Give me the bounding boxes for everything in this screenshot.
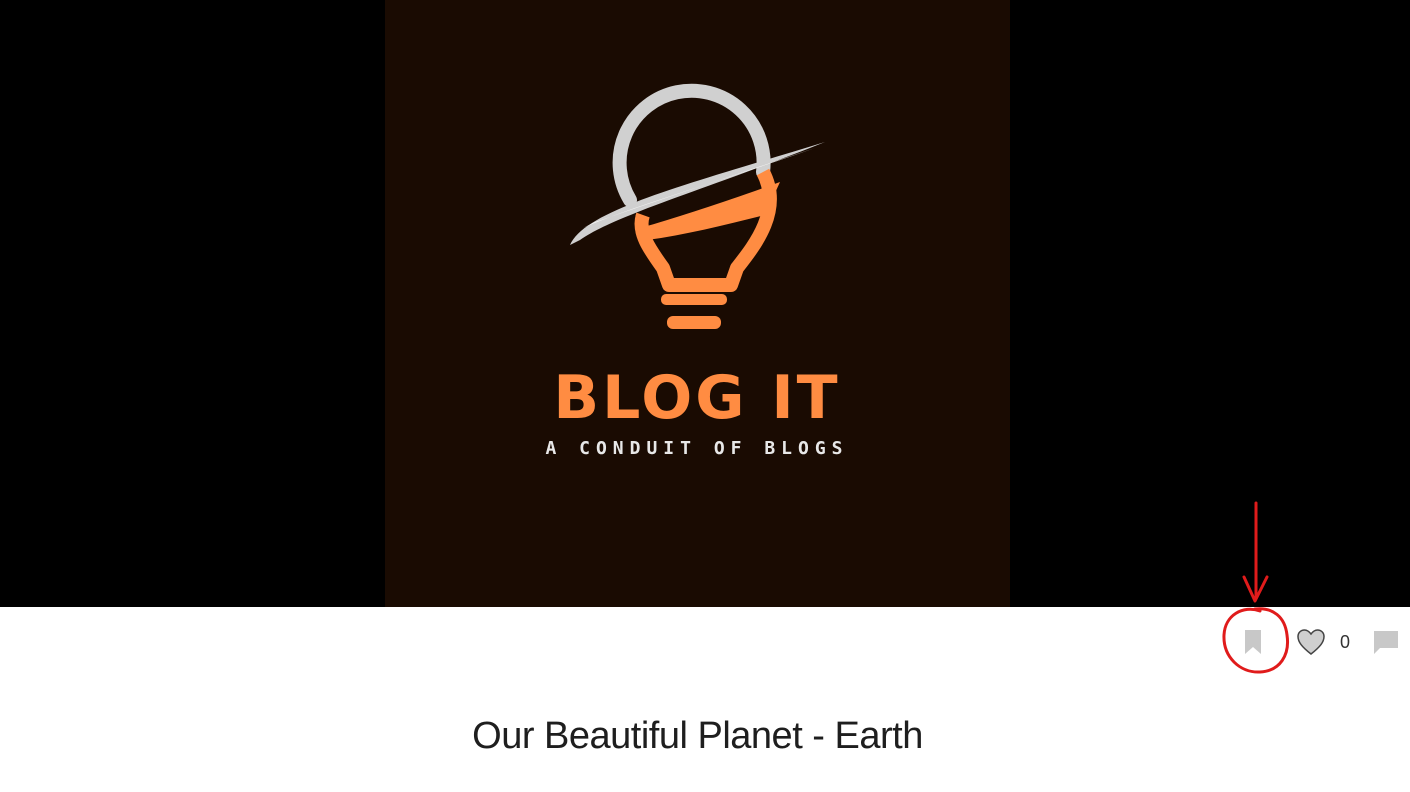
- bookmark-button[interactable]: [1244, 629, 1262, 655]
- like-button[interactable]: [1296, 628, 1326, 656]
- bookmark-icon: [1245, 630, 1261, 654]
- comment-icon: [1374, 631, 1398, 654]
- like-count: 0: [1340, 631, 1351, 652]
- heart-icon: [1297, 629, 1325, 655]
- brand-subtitle: A CONDUIT OF BLOGS: [545, 438, 848, 459]
- post-actions-bar: 0: [1244, 622, 1400, 662]
- post-title: Our Beautiful Planet - Earth: [472, 715, 923, 757]
- comment-button[interactable]: [1372, 629, 1400, 655]
- brand-title: BLOG IT: [553, 363, 840, 433]
- hero-banner: BLOG IT A CONDUIT OF BLOGS: [0, 0, 1410, 607]
- blog-logo-image: BLOG IT A CONDUIT OF BLOGS: [385, 0, 1010, 607]
